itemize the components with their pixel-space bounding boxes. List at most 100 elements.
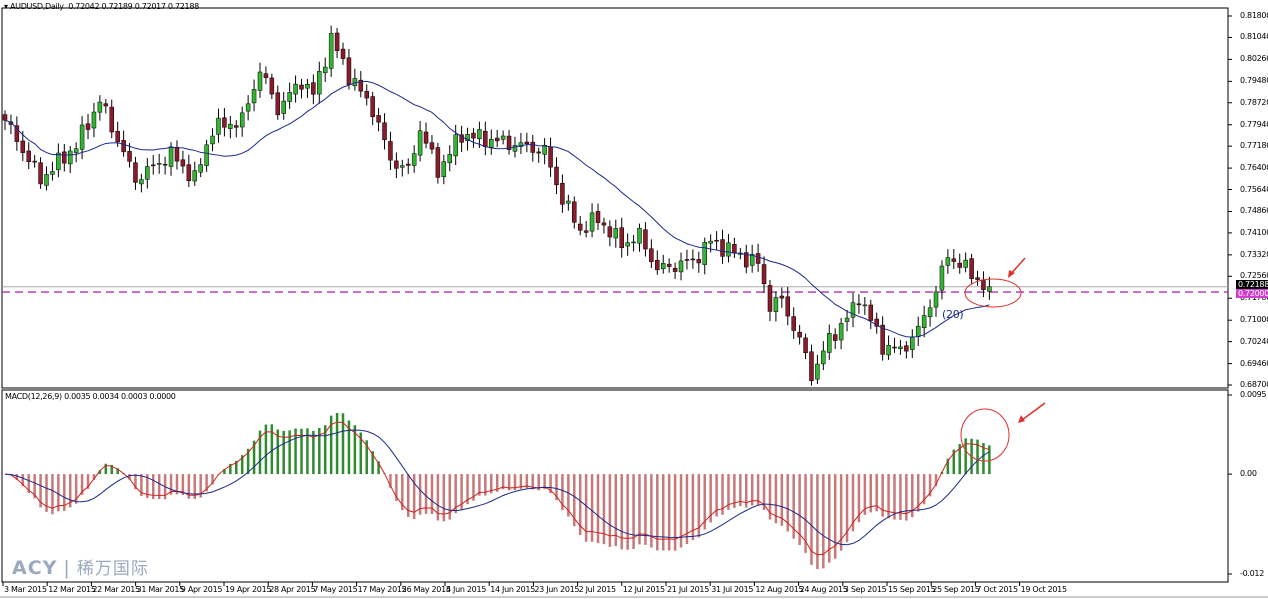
date-label: 31 Mar 2015 [136, 585, 185, 594]
bear-candle [643, 229, 648, 250]
bear-candle [115, 130, 120, 143]
bear-candle [423, 131, 429, 144]
level-price-badge: 0.72000 [1236, 289, 1268, 299]
bear-candle [299, 84, 304, 90]
macd-label: MACD(12,26,9) 0.0035 0.0034 0.0003 0.000… [5, 392, 176, 401]
bull-candle [678, 260, 684, 273]
bull-candle [933, 291, 939, 308]
bear-candle [435, 147, 441, 178]
bull-candle [915, 325, 921, 337]
bull-candle [239, 112, 245, 128]
bear-candle [595, 211, 601, 223]
date-label: 3 Sep 2015 [843, 585, 887, 594]
bear-candle [394, 160, 399, 169]
bull-candle [447, 154, 452, 164]
bear-candle [607, 226, 613, 238]
bear-candle [186, 164, 192, 182]
date-label: 21 Jul 2015 [667, 585, 709, 594]
bear-candle [382, 122, 387, 141]
bear-candle [263, 73, 269, 78]
bull-candle [417, 130, 423, 156]
current-price-badge: 0.72188 [1236, 279, 1268, 289]
bear-candle [583, 230, 589, 233]
price-tick-label: 0.71000 [1240, 315, 1268, 325]
bull-candle [257, 71, 263, 91]
bull-candle [228, 123, 233, 129]
bull-candle [204, 144, 209, 166]
price-tick-label: 0.74100 [1240, 227, 1268, 237]
price-tick-label: 0.76400 [1240, 163, 1268, 173]
bear-candle [572, 201, 577, 223]
bear-candle [577, 223, 583, 231]
bull-candle [245, 103, 251, 112]
bull-candle [844, 317, 850, 322]
macd-annotation-ellipse [960, 408, 1010, 462]
bear-candle [601, 222, 607, 226]
bear-candle [649, 248, 654, 263]
bull-candle [910, 336, 915, 350]
bull-candle [945, 257, 951, 266]
bear-candle [151, 164, 156, 167]
bull-candle [145, 166, 150, 180]
date-label: 12 Mar 2015 [48, 585, 96, 594]
bear-candle [856, 303, 862, 306]
bull-candle [97, 101, 103, 113]
bear-candle [957, 262, 962, 268]
bear-candle [975, 277, 980, 280]
bull-candle [927, 307, 933, 318]
bull-candle [921, 315, 927, 328]
bear-candle [133, 162, 138, 183]
bear-candle [672, 268, 678, 272]
macd-tick-label: 0.0095 [1240, 390, 1267, 399]
date-label: 7 Oct 2015 [976, 585, 1018, 594]
bear-candle [951, 258, 957, 262]
bull-candle [322, 66, 328, 74]
bull-candle [660, 262, 666, 270]
bear-candle [696, 259, 702, 264]
bear-candle [797, 331, 802, 338]
bull-candle [91, 111, 97, 129]
bull-candle [542, 145, 547, 155]
date-label: 4 Jun 2015 [446, 585, 487, 594]
bear-candle [109, 106, 114, 133]
bull-candle [566, 200, 571, 204]
bear-candle [803, 337, 808, 354]
bear-candle [127, 151, 132, 162]
bear-candle [969, 258, 974, 280]
bear-candle [809, 351, 814, 381]
bull-candle [625, 242, 630, 247]
ohlc-values: 0.72042 0.72189 0.72017 0.72188 [68, 2, 199, 11]
bull-candle [192, 170, 198, 182]
bear-candle [666, 263, 672, 267]
bull-candle [898, 346, 903, 349]
bear-candle [868, 304, 874, 321]
price-tick-label: 0.68700 [1240, 380, 1268, 389]
price-tick-label: 0.80260 [1240, 54, 1268, 64]
date-label: 9 Apr 2015 [180, 585, 223, 594]
date-label: 7 May 2015 [313, 585, 358, 594]
bull-candle [827, 333, 832, 353]
date-label: 31 Jul 2015 [711, 585, 754, 594]
bear-candle [376, 115, 381, 123]
bull-candle [50, 171, 55, 175]
bull-candle [821, 350, 826, 365]
bear-candle [761, 264, 767, 285]
bull-candle [251, 89, 257, 104]
bear-candle [370, 96, 375, 117]
date-label: 25 Sep 2015 [932, 585, 980, 594]
bull-candle [293, 83, 298, 95]
bear-candle [62, 151, 67, 164]
price-tick-label: 0.69460 [1240, 358, 1268, 368]
bull-candle [773, 297, 779, 312]
bear-candle [121, 140, 126, 153]
bear-candle [791, 316, 796, 331]
bear-candle [560, 182, 565, 205]
date-label: 24 Aug 2015 [799, 585, 848, 594]
bear-candle [38, 162, 43, 185]
bear-candle [346, 57, 352, 85]
bull-candle [400, 165, 405, 168]
bull-candle [838, 323, 844, 341]
chart-canvas[interactable] [0, 0, 1268, 599]
bull-candle [73, 148, 79, 153]
date-label: 15 Sep 2015 [888, 585, 936, 594]
